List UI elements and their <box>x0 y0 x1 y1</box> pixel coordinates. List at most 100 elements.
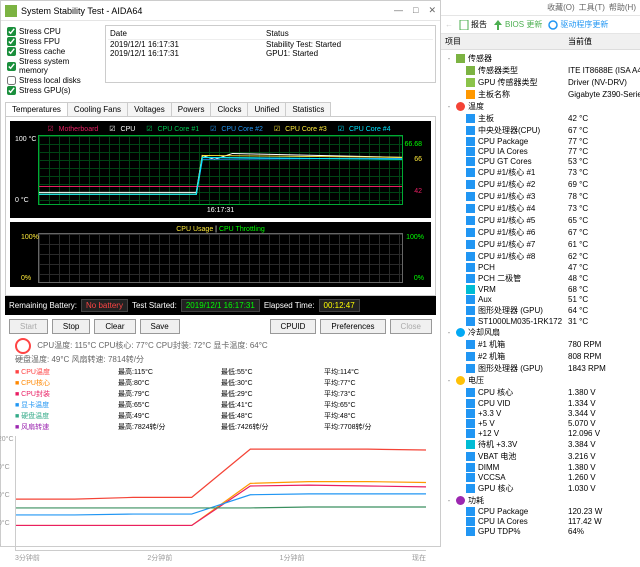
stress-check-3[interactable]: Stress system memory <box>7 57 99 75</box>
stop-button[interactable]: Stop <box>52 319 90 334</box>
node-icon <box>456 496 465 505</box>
tree-node[interactable]: CPU IA Cores77 °C <box>445 146 636 156</box>
node-icon <box>466 192 475 201</box>
tree-node[interactable]: CPU #1/核心 #173 °C <box>445 166 636 178</box>
tree-node[interactable]: +3.3 V3.344 V <box>445 408 636 418</box>
tree-node[interactable]: +5 V5.070 V <box>445 418 636 428</box>
tree-node[interactable]: CPU IA Cores117.42 W <box>445 516 636 526</box>
tree-node[interactable]: ST1000LM035-1RK17231 °C <box>445 316 636 326</box>
tree-node[interactable]: -温度 <box>445 100 636 112</box>
tree-node[interactable]: +12 V12.096 V <box>445 428 636 438</box>
stress-check-5[interactable]: Stress GPU(s) <box>7 86 99 95</box>
bios-update-button[interactable]: BIOS 更新 <box>493 19 542 30</box>
node-icon <box>466 440 475 449</box>
tab-clocks[interactable]: Clocks <box>210 102 248 116</box>
node-icon <box>466 484 475 493</box>
tree-node[interactable]: 待机 +3.3V3.384 V <box>445 438 636 450</box>
node-icon <box>466 263 475 272</box>
node-icon <box>466 419 475 428</box>
tree-node[interactable]: 图形处理器 (GPU)1843 RPM <box>445 362 636 374</box>
close-dialog-button[interactable]: Close <box>390 319 432 334</box>
back-button[interactable]: ← <box>445 20 453 29</box>
tree-node[interactable]: CPU #1/核心 #667 °C <box>445 226 636 238</box>
legend-item: ■ 硬盘温度 <box>15 411 117 421</box>
node-icon <box>466 340 475 349</box>
tree-node[interactable]: -冷却风扇 <box>445 326 636 338</box>
tree-node[interactable]: CPU Package120.23 W <box>445 506 636 516</box>
tree-node[interactable]: CPU VID1.334 V <box>445 398 636 408</box>
tree-node[interactable]: DIMM1.380 V <box>445 462 636 472</box>
cpuid-button[interactable]: CPUID <box>270 319 317 334</box>
tree-node[interactable]: -电压 <box>445 374 636 386</box>
legend-item: ■ 显卡温度 <box>15 400 117 410</box>
driver-update-button[interactable]: 驱动程序更新 <box>548 19 608 30</box>
tree-node[interactable]: 主板42 °C <box>445 112 636 124</box>
tab-cooling-fans[interactable]: Cooling Fans <box>67 102 128 116</box>
summary-line-2: 硬盘温度: 49°C 风扇转速: 7814转/分 <box>5 354 436 365</box>
tree-node[interactable]: GPU 核心1.030 V <box>445 482 636 494</box>
maximize-button[interactable]: □ <box>413 5 418 16</box>
tree-node[interactable]: CPU #1/核心 #761 °C <box>445 238 636 250</box>
legend-item: ■ CPU核心 <box>15 378 117 388</box>
menu-help[interactable]: 帮助(H) <box>609 2 636 13</box>
sensor-tree: -传感器传感器类型ITE IT8688E (ISA A40h)GPU 传感器类型… <box>441 50 640 540</box>
tree-node[interactable]: 图形处理器 (GPU)64 °C <box>445 304 636 316</box>
start-button[interactable]: Start <box>9 319 48 334</box>
stress-check-2[interactable]: Stress cache <box>7 47 99 56</box>
node-icon <box>466 66 475 75</box>
tree-node[interactable]: CPU GT Cores53 °C <box>445 156 636 166</box>
tree-node[interactable]: 主板名称Gigabyte Z390-Series <box>445 88 636 100</box>
tree-node[interactable]: CPU Package77 °C <box>445 136 636 146</box>
node-icon <box>456 54 465 63</box>
side-header: 项目 当前值 <box>441 34 640 50</box>
log-row: 2019/12/1 16:17:31Stability Test: Starte… <box>108 40 433 50</box>
warning-icon <box>15 338 31 354</box>
tree-node[interactable]: VCCSA1.260 V <box>445 472 636 482</box>
tree-node[interactable]: CPU #1/核心 #565 °C <box>445 214 636 226</box>
test-started-time: 2019/12/1 16:17:31 <box>181 299 260 312</box>
tab-voltages[interactable]: Voltages <box>127 102 172 116</box>
titlebar: System Stability Test - AIDA64 — □ ✕ <box>1 1 440 21</box>
tree-node[interactable]: PCH 二极管48 °C <box>445 272 636 284</box>
tab-powers[interactable]: Powers <box>171 102 212 116</box>
stress-check-1[interactable]: Stress FPU <box>7 37 99 46</box>
tree-node[interactable]: CPU #1/核心 #378 °C <box>445 190 636 202</box>
tab-statistics[interactable]: Statistics <box>285 102 331 116</box>
node-icon <box>466 78 475 87</box>
stress-check-0[interactable]: Stress CPU <box>7 27 99 36</box>
report-button[interactable]: 报告 <box>459 19 487 30</box>
tree-node[interactable]: 中央处理器(CPU)67 °C <box>445 124 636 136</box>
tree-node[interactable]: CPU #1/核心 #473 °C <box>445 202 636 214</box>
tree-node[interactable]: -传感器 <box>445 52 636 64</box>
tree-node[interactable]: -功耗 <box>445 494 636 506</box>
tab-temperatures[interactable]: Temperatures <box>5 102 68 116</box>
node-icon <box>466 295 475 304</box>
node-icon <box>466 240 475 249</box>
tree-node[interactable]: CPU #1/核心 #862 °C <box>445 250 636 262</box>
tree-node[interactable]: CPU #1/核心 #269 °C <box>445 178 636 190</box>
tree-node[interactable]: GPU TDP%64% <box>445 526 636 536</box>
close-button[interactable]: ✕ <box>428 5 436 16</box>
node-icon <box>466 274 475 283</box>
stress-check-4[interactable]: Stress local disks <box>7 76 99 85</box>
tree-node[interactable]: #2 机箱808 RPM <box>445 350 636 362</box>
tree-node[interactable]: VRM68 °C <box>445 284 636 294</box>
save-button[interactable]: Save <box>140 319 180 334</box>
preferences-button[interactable]: Preferences <box>320 319 385 334</box>
tree-node[interactable]: 传感器类型ITE IT8688E (ISA A40h) <box>445 64 636 76</box>
node-icon <box>466 364 475 373</box>
tree-node[interactable]: VBAT 电池3.216 V <box>445 450 636 462</box>
side-menubar: 收藏(O) 工具(T) 帮助(H) <box>441 0 640 16</box>
tree-node[interactable]: PCH47 °C <box>445 262 636 272</box>
tab-unified[interactable]: Unified <box>247 102 286 116</box>
history-chart-xaxis: 3分钟前2分钟前1分钟前现在 <box>5 553 436 563</box>
tree-node[interactable]: Aux51 °C <box>445 294 636 304</box>
node-icon <box>466 317 475 326</box>
menu-tools[interactable]: 工具(T) <box>579 2 605 13</box>
tree-node[interactable]: GPU 传感器类型Driver (NV-DRV) <box>445 76 636 88</box>
minimize-button[interactable]: — <box>394 5 403 16</box>
tree-node[interactable]: CPU 核心1.380 V <box>445 386 636 398</box>
menu-fav[interactable]: 收藏(O) <box>547 2 575 13</box>
tree-node[interactable]: #1 机箱780 RPM <box>445 338 636 350</box>
clear-button[interactable]: Clear <box>94 319 135 334</box>
